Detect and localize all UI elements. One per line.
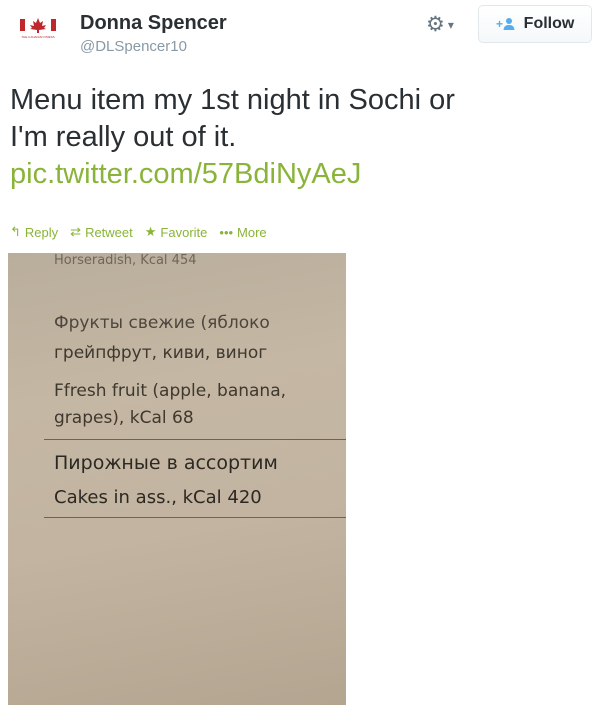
retweet-icon: ⇄	[70, 224, 82, 239]
tweet-photo[interactable]: Horseradish, Kcal 454 Фрукты свежие (ябл…	[8, 253, 346, 705]
canadian-press-logo	[19, 16, 57, 34]
tweet-header: THE CANADIAN PRESS Donna Spencer @DLSpen…	[0, 0, 600, 70]
menu-line: Пирожные в ассортим	[54, 452, 278, 474]
follow-button[interactable]: + Follow	[478, 5, 592, 43]
retweet-button[interactable]: ⇄ Retweet	[70, 224, 133, 240]
avatar-caption: THE CANADIAN PRESS	[21, 35, 55, 39]
svg-text:+: +	[496, 17, 503, 31]
favorite-button[interactable]: ★ Favorite	[145, 224, 208, 240]
menu-line: Horseradish, Kcal 454	[54, 253, 197, 268]
favorite-label: Favorite	[160, 224, 208, 240]
avatar[interactable]: THE CANADIAN PRESS	[15, 12, 61, 58]
retweet-label: Retweet	[85, 224, 133, 240]
tweet-text: Menu item my 1st night in Sochi or I'm r…	[10, 82, 590, 193]
tweet-text-line: Menu item my 1st night in Sochi or	[10, 84, 455, 116]
menu-line: Фрукты свежие (яблоко	[54, 313, 270, 333]
more-label: More	[237, 224, 267, 240]
reply-button[interactable]: ↰ Reply	[10, 224, 58, 240]
username[interactable]: @DLSpencer10	[80, 38, 187, 55]
tweet-media-link[interactable]: pic.twitter.com/57BdiNyAeJ	[10, 156, 590, 193]
display-name[interactable]: Donna Spencer	[80, 12, 227, 35]
menu-divider	[44, 517, 346, 518]
menu-line: Ffresh fruit (apple, banana,	[54, 381, 287, 401]
menu-line: grapes), kCal 68	[54, 408, 194, 428]
reply-icon: ↰	[10, 224, 21, 239]
reply-label: Reply	[24, 224, 59, 240]
add-user-icon: +	[496, 17, 516, 31]
more-dots-icon: •••	[219, 224, 234, 240]
tweet-text-line: I'm really out of it.	[10, 121, 237, 153]
menu-divider	[44, 439, 346, 440]
menu-line: Cakes in ass., kCal 420	[54, 487, 262, 508]
follow-label: Follow	[523, 15, 575, 32]
tweet-actions: ↰ Reply ⇄ Retweet ★ Favorite ••• More	[10, 224, 279, 240]
more-button[interactable]: ••• More	[219, 225, 266, 240]
star-icon: ★	[144, 224, 157, 239]
settings-menu[interactable]: ⚙ ▾	[426, 12, 472, 38]
menu-line: грейпфрут, киви, виног	[54, 343, 268, 363]
gear-icon: ⚙	[426, 13, 445, 36]
chevron-down-icon: ▾	[447, 18, 454, 32]
